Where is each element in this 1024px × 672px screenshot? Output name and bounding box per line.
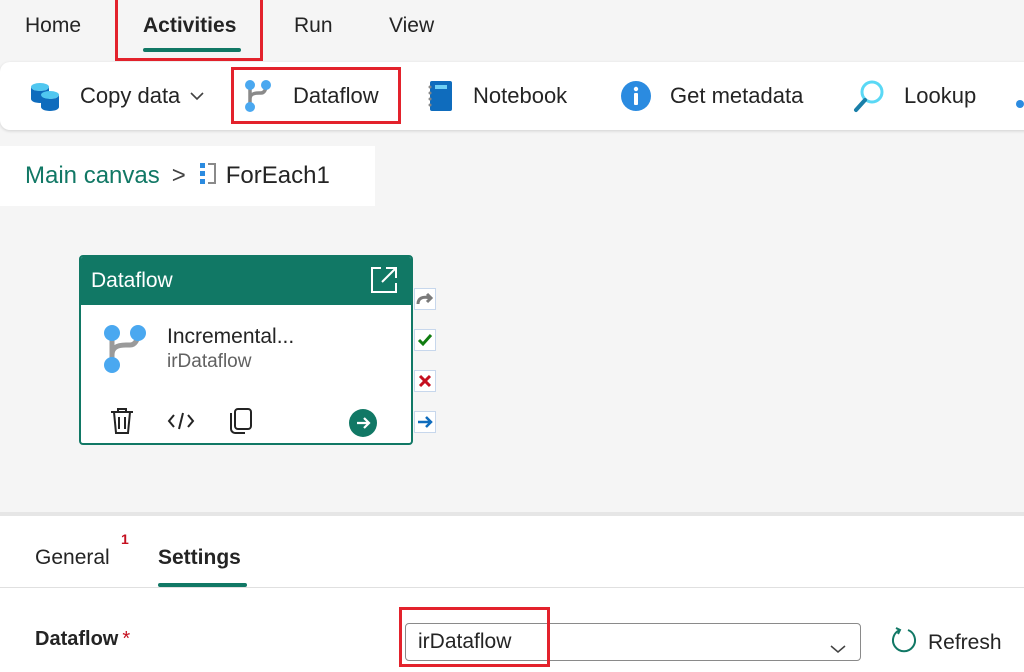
- run-arrow-icon[interactable]: [349, 409, 377, 442]
- overflow-icon: [1016, 100, 1024, 108]
- required-mark: *: [122, 628, 131, 650]
- lookup-icon: [852, 79, 886, 113]
- refresh-icon: [890, 626, 918, 660]
- copy-data-label: Copy data: [80, 83, 181, 108]
- dataflow-activity-card[interactable]: Dataflow Incremental... irDataflow: [79, 255, 413, 445]
- chevron-down-icon[interactable]: [190, 91, 204, 101]
- dataflow-icon: [101, 323, 149, 380]
- info-icon: [620, 80, 652, 112]
- skip-icon[interactable]: [414, 288, 436, 310]
- activities-toolbar: Copy data Dataflow Notebook Get metadata…: [0, 62, 1024, 130]
- activity-name: Incremental...: [167, 325, 295, 348]
- notebook-label: Notebook: [473, 83, 568, 108]
- success-check-icon[interactable]: [414, 329, 436, 351]
- field-label-text: Dataflow: [35, 628, 119, 650]
- open-external-icon[interactable]: [369, 265, 399, 301]
- chevron-down-icon: [830, 636, 846, 660]
- card-body: Incremental... irDataflow: [81, 305, 411, 443]
- lookup-label: Lookup: [904, 83, 977, 108]
- get-metadata-button[interactable]: Get metadata: [620, 62, 803, 130]
- dataflow-field-label: Dataflow *: [35, 628, 130, 651]
- highlight-box-select: [399, 607, 550, 667]
- tab-home[interactable]: Home: [25, 14, 81, 38]
- breadcrumb-main-canvas[interactable]: Main canvas: [25, 162, 160, 190]
- delete-icon[interactable]: [109, 407, 135, 440]
- tab-general[interactable]: General: [35, 546, 110, 570]
- breadcrumb: Main canvas > ForEach1: [0, 146, 375, 206]
- get-metadata-label: Get metadata: [670, 83, 804, 108]
- failure-x-icon[interactable]: [414, 370, 436, 392]
- tab-view[interactable]: View: [389, 14, 434, 38]
- divider: [0, 587, 1024, 588]
- highlight-box-activities: [115, 0, 263, 61]
- database-icon: [28, 80, 64, 112]
- copy-icon[interactable]: [227, 407, 253, 440]
- lookup-button[interactable]: Lookup: [852, 62, 976, 130]
- completion-arrow-icon[interactable]: [414, 411, 436, 433]
- card-type-label: Dataflow: [91, 269, 173, 292]
- copy-data-button[interactable]: Copy data: [28, 62, 204, 130]
- activity-dataflow-name: irDataflow: [167, 351, 252, 372]
- highlight-box-dataflow: [231, 67, 401, 124]
- error-count-badge: 1: [121, 531, 129, 547]
- tab-run[interactable]: Run: [294, 14, 333, 38]
- notebook-icon: [425, 80, 455, 112]
- card-header: Dataflow: [81, 257, 411, 305]
- tab-settings[interactable]: Settings: [158, 546, 241, 570]
- breadcrumb-current: ForEach1: [225, 162, 330, 189]
- refresh-button[interactable]: Refresh: [890, 626, 1002, 660]
- notebook-button[interactable]: Notebook: [425, 62, 567, 130]
- breadcrumb-separator: >: [171, 162, 186, 189]
- foreach-icon: [198, 161, 218, 192]
- refresh-label: Refresh: [928, 631, 1002, 654]
- code-icon[interactable]: [167, 411, 195, 436]
